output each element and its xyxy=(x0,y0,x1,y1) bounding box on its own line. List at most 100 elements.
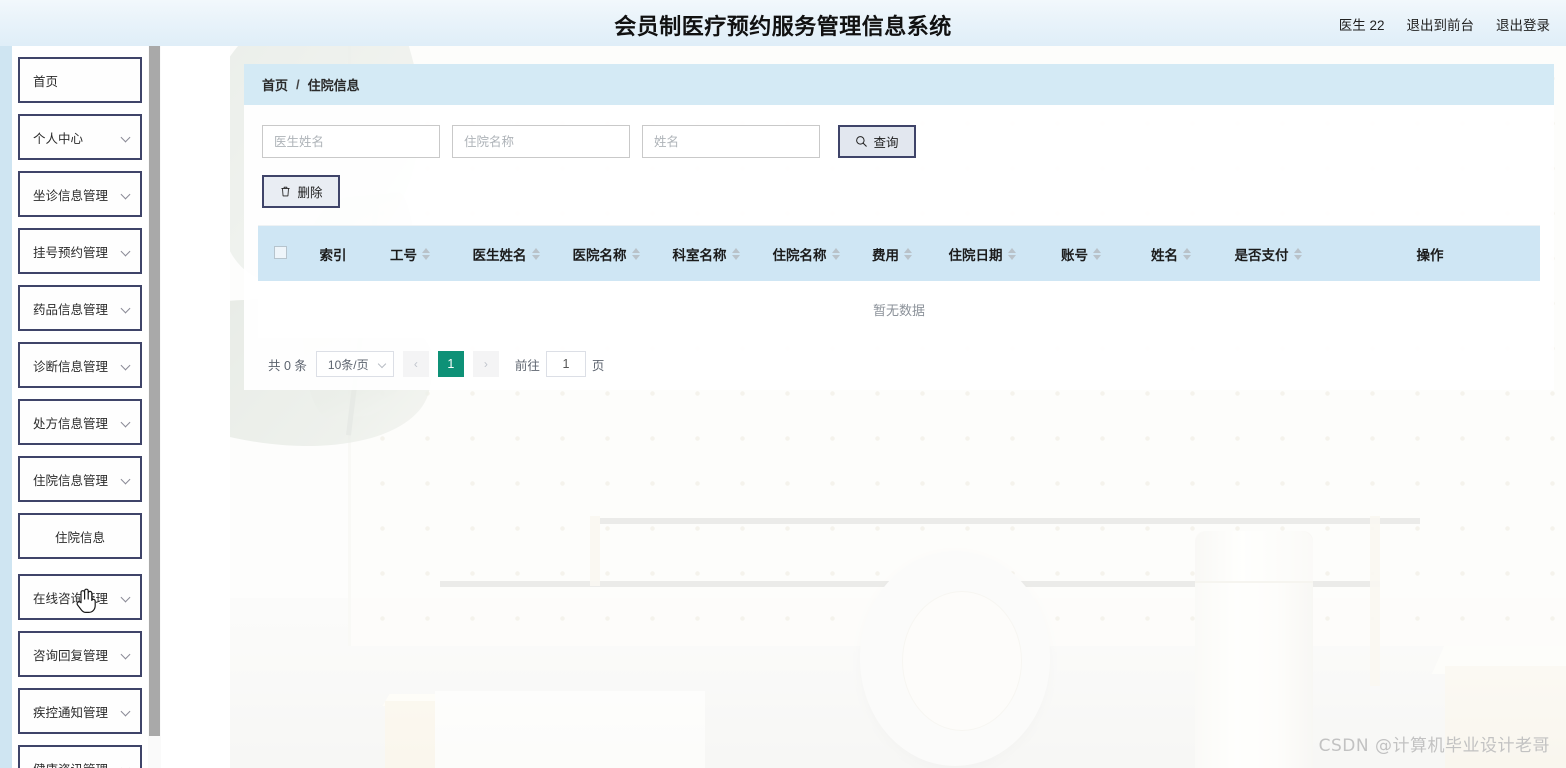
app-header: 会员制医疗预约服务管理信息系统 医生 22 退出到前台 退出登录 xyxy=(0,0,1566,46)
sidebar-item-label: 坐诊信息管理 xyxy=(33,188,109,203)
column-header-patient-name[interactable]: 姓名 xyxy=(1126,226,1216,281)
header-actions: 医生 22 退出到前台 退出登录 xyxy=(1339,14,1550,34)
sidebar-item-diagnosis-info[interactable]: 诊断信息管理 xyxy=(18,342,142,388)
select-all-cell xyxy=(258,226,302,281)
hospital-name-input[interactable] xyxy=(452,125,630,158)
sort-icon[interactable] xyxy=(831,247,840,260)
sidebar-scrollbar-thumb[interactable] xyxy=(149,46,160,736)
table-empty-row: 暂无数据 xyxy=(258,281,1540,338)
column-label: 医院名称 xyxy=(572,247,627,263)
column-header-admission-date[interactable]: 住院日期 xyxy=(928,226,1036,281)
chevron-down-icon xyxy=(120,649,131,660)
chevron-down-icon xyxy=(120,360,131,371)
sort-icon[interactable] xyxy=(531,247,540,260)
chevron-down-icon xyxy=(120,189,131,200)
sort-icon[interactable] xyxy=(731,247,740,260)
pagination-next-button[interactable]: › xyxy=(472,351,499,377)
column-label: 操作 xyxy=(1416,247,1444,263)
app-root: 会员制医疗预约服务管理信息系统 医生 22 退出到前台 退出登录 首页 个人中心… xyxy=(0,0,1566,768)
search-icon xyxy=(856,136,868,147)
patient-name-input[interactable] xyxy=(642,125,820,158)
chevron-down-icon xyxy=(120,592,131,603)
pagination-page-label: 1 xyxy=(447,357,455,371)
breadcrumb-separator: / xyxy=(296,77,300,92)
sidebar-item-label: 住院信息 xyxy=(54,530,105,545)
pagination-goto-input[interactable] xyxy=(545,351,586,377)
select-all-checkbox[interactable] xyxy=(273,245,287,259)
sidebar-item-label: 首页 xyxy=(33,74,59,89)
chevron-down-icon xyxy=(120,474,131,485)
sidebar-item-label: 咨询回复管理 xyxy=(33,648,109,663)
sidebar-accent-strip xyxy=(0,46,12,768)
table-body: 暂无数据 xyxy=(258,281,1540,338)
sort-icon[interactable] xyxy=(1293,247,1302,260)
page-size-select[interactable]: 10条/页 xyxy=(315,351,394,377)
delete-button-label: 删除 xyxy=(297,186,323,200)
sort-icon[interactable] xyxy=(422,247,430,260)
sidebar-item-inpatient-info-management[interactable]: 住院信息管理 xyxy=(18,456,142,502)
sidebar-item-label: 处方信息管理 xyxy=(33,416,109,431)
column-header-is-paid[interactable]: 是否支付 xyxy=(1216,226,1320,281)
chevron-down-icon xyxy=(120,246,131,257)
pagination: 共 0 条 10条/页 ‹ 1 › 前往 页 xyxy=(258,338,1540,390)
column-label: 索引 xyxy=(319,247,347,263)
column-label: 医生姓名 xyxy=(472,247,527,263)
column-label: 账号 xyxy=(1061,247,1088,263)
chevron-right-icon: › xyxy=(483,357,488,371)
sidebar-item-health-news[interactable]: 健康资讯管理 xyxy=(18,745,142,768)
pagination-jumper: 前往 页 xyxy=(514,351,605,377)
sidebar-item-registration[interactable]: 挂号预约管理 xyxy=(18,228,142,274)
delete-button[interactable]: 删除 xyxy=(262,175,340,208)
page-title: 会员制医疗预约服务管理信息系统 xyxy=(614,14,952,39)
doctor-name-input[interactable] xyxy=(262,125,440,158)
chevron-down-icon xyxy=(377,359,387,369)
search-bar: 查询 xyxy=(258,125,1540,158)
sort-icon[interactable] xyxy=(1093,247,1101,260)
column-label: 费用 xyxy=(872,247,899,263)
breadcrumb-current: 住院信息 xyxy=(307,78,360,93)
column-header-account[interactable]: 账号 xyxy=(1036,226,1126,281)
sort-icon[interactable] xyxy=(1183,247,1191,260)
data-table: 索引 工号 医生姓名 医院名称 科室名称 住院名称 费用 住院日期 账号 姓名 … xyxy=(258,225,1540,338)
sidebar-item-consult-reply[interactable]: 咨询回复管理 xyxy=(18,631,142,677)
pagination-page-unit: 页 xyxy=(591,358,605,373)
sort-icon[interactable] xyxy=(631,247,640,260)
sidebar-item-prescription-info[interactable]: 处方信息管理 xyxy=(18,399,142,445)
column-header-index[interactable]: 索引 xyxy=(302,226,364,281)
exit-to-frontend-link[interactable]: 退出到前台 xyxy=(1407,14,1475,34)
column-header-hospital-name[interactable]: 医院名称 xyxy=(556,226,656,281)
column-label: 工号 xyxy=(390,247,417,263)
sort-icon[interactable] xyxy=(904,247,912,260)
column-header-inpatient-name[interactable]: 住院名称 xyxy=(756,226,856,281)
sidebar-item-personal-center[interactable]: 个人中心 xyxy=(18,114,142,160)
sidebar-item-online-consult[interactable]: 在线咨询管理 xyxy=(18,574,142,620)
pagination-goto-label: 前往 xyxy=(514,358,540,373)
sidebar-item-label: 健康资讯管理 xyxy=(33,759,108,768)
column-header-fee[interactable]: 费用 xyxy=(856,226,928,281)
column-header-employee-id[interactable]: 工号 xyxy=(364,226,456,281)
column-header-department-name[interactable]: 科室名称 xyxy=(656,226,756,281)
chevron-down-icon xyxy=(120,706,131,717)
sidebar-menu: 首页 个人中心 坐诊信息管理 挂号预约管理 药品信息管理 诊断信息管理 处方信息… xyxy=(12,46,148,768)
main-content: 首页 / 住院信息 查询 删 xyxy=(244,64,1554,390)
page-size-label: 10条/页 xyxy=(327,357,369,372)
empty-state-text: 暂无数据 xyxy=(258,281,1540,338)
sidebar-item-disease-notice[interactable]: 疾控通知管理 xyxy=(18,688,142,734)
query-button-label: 查询 xyxy=(873,136,899,150)
column-label: 住院名称 xyxy=(772,247,827,263)
breadcrumb-home[interactable]: 首页 xyxy=(262,75,288,94)
sidebar-item-home[interactable]: 首页 xyxy=(18,57,142,103)
pagination-page-1[interactable]: 1 xyxy=(437,351,464,377)
sidebar-item-clinic-info[interactable]: 坐诊信息管理 xyxy=(18,171,142,217)
logout-link[interactable]: 退出登录 xyxy=(1496,14,1550,34)
sidebar-item-label: 在线咨询管理 xyxy=(33,591,109,606)
column-header-doctor-name[interactable]: 医生姓名 xyxy=(456,226,556,281)
query-button[interactable]: 查询 xyxy=(838,125,916,158)
pagination-prev-button[interactable]: ‹ xyxy=(402,351,429,377)
column-header-actions: 操作 xyxy=(1320,226,1540,281)
sidebar-item-inpatient-info[interactable]: 住院信息 xyxy=(18,513,142,559)
sidebar-item-drug-info[interactable]: 药品信息管理 xyxy=(18,285,142,331)
chevron-left-icon: ‹ xyxy=(413,357,418,371)
column-label: 住院日期 xyxy=(948,247,1003,263)
sort-icon[interactable] xyxy=(1007,247,1016,260)
